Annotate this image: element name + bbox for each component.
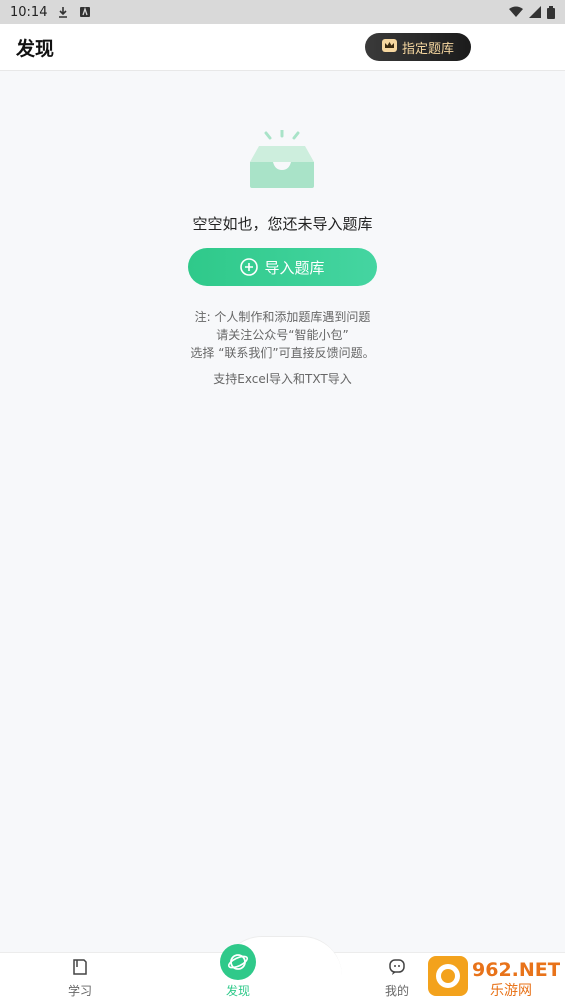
chat-face-icon xyxy=(388,958,406,979)
svg-text:乐游网: 乐游网 xyxy=(490,983,532,998)
note-line: 注: 个人制作和添加题库遇到问题 xyxy=(194,310,371,324)
download-icon xyxy=(57,6,69,18)
empty-tray-icon xyxy=(245,128,319,190)
tab-discover[interactable]: 发现 xyxy=(198,944,278,999)
signal-icon xyxy=(529,6,541,18)
tab-mine-label: 我的 xyxy=(384,984,409,998)
svg-text:962.NET: 962.NET xyxy=(472,959,560,981)
designated-bank-button[interactable]: 指定题库 xyxy=(365,33,471,61)
help-notes: 注: 个人制作和添加题库遇到问题 请关注公众号“智能小包” 选择 “联系我们”可… xyxy=(0,308,565,362)
wifi-icon xyxy=(509,6,523,18)
notification-a-icon xyxy=(79,6,91,18)
empty-message: 空空如也，您还未导入题库 xyxy=(192,215,373,233)
status-time: 10:14 xyxy=(10,4,48,20)
crown-icon xyxy=(381,38,397,56)
watermark-logo: 962.NET 乐游网 xyxy=(428,954,561,999)
status-bar: 10:14 xyxy=(0,0,565,24)
book-icon xyxy=(71,958,89,979)
support-note: 支持Excel导入和TXT导入 xyxy=(213,372,352,386)
tab-mine[interactable]: 我的 xyxy=(357,958,437,999)
import-bank-button[interactable]: 导入题库 xyxy=(188,248,377,286)
tab-discover-label: 发现 xyxy=(225,984,250,998)
app-header: 发现 指定题库 xyxy=(0,24,565,71)
designated-bank-label: 指定题库 xyxy=(401,41,454,57)
plus-circle-icon xyxy=(240,258,259,276)
note-line: 选择 “联系我们”可直接反馈问题。 xyxy=(190,346,375,360)
tab-study-label: 学习 xyxy=(67,984,92,998)
note-line: 请关注公众号“智能小包” xyxy=(216,328,349,342)
page-title: 发现 xyxy=(16,37,55,60)
import-bank-label: 导入题库 xyxy=(264,258,325,277)
battery-icon xyxy=(547,5,555,19)
tab-study[interactable]: 学习 xyxy=(40,958,120,999)
planet-icon xyxy=(220,944,256,980)
